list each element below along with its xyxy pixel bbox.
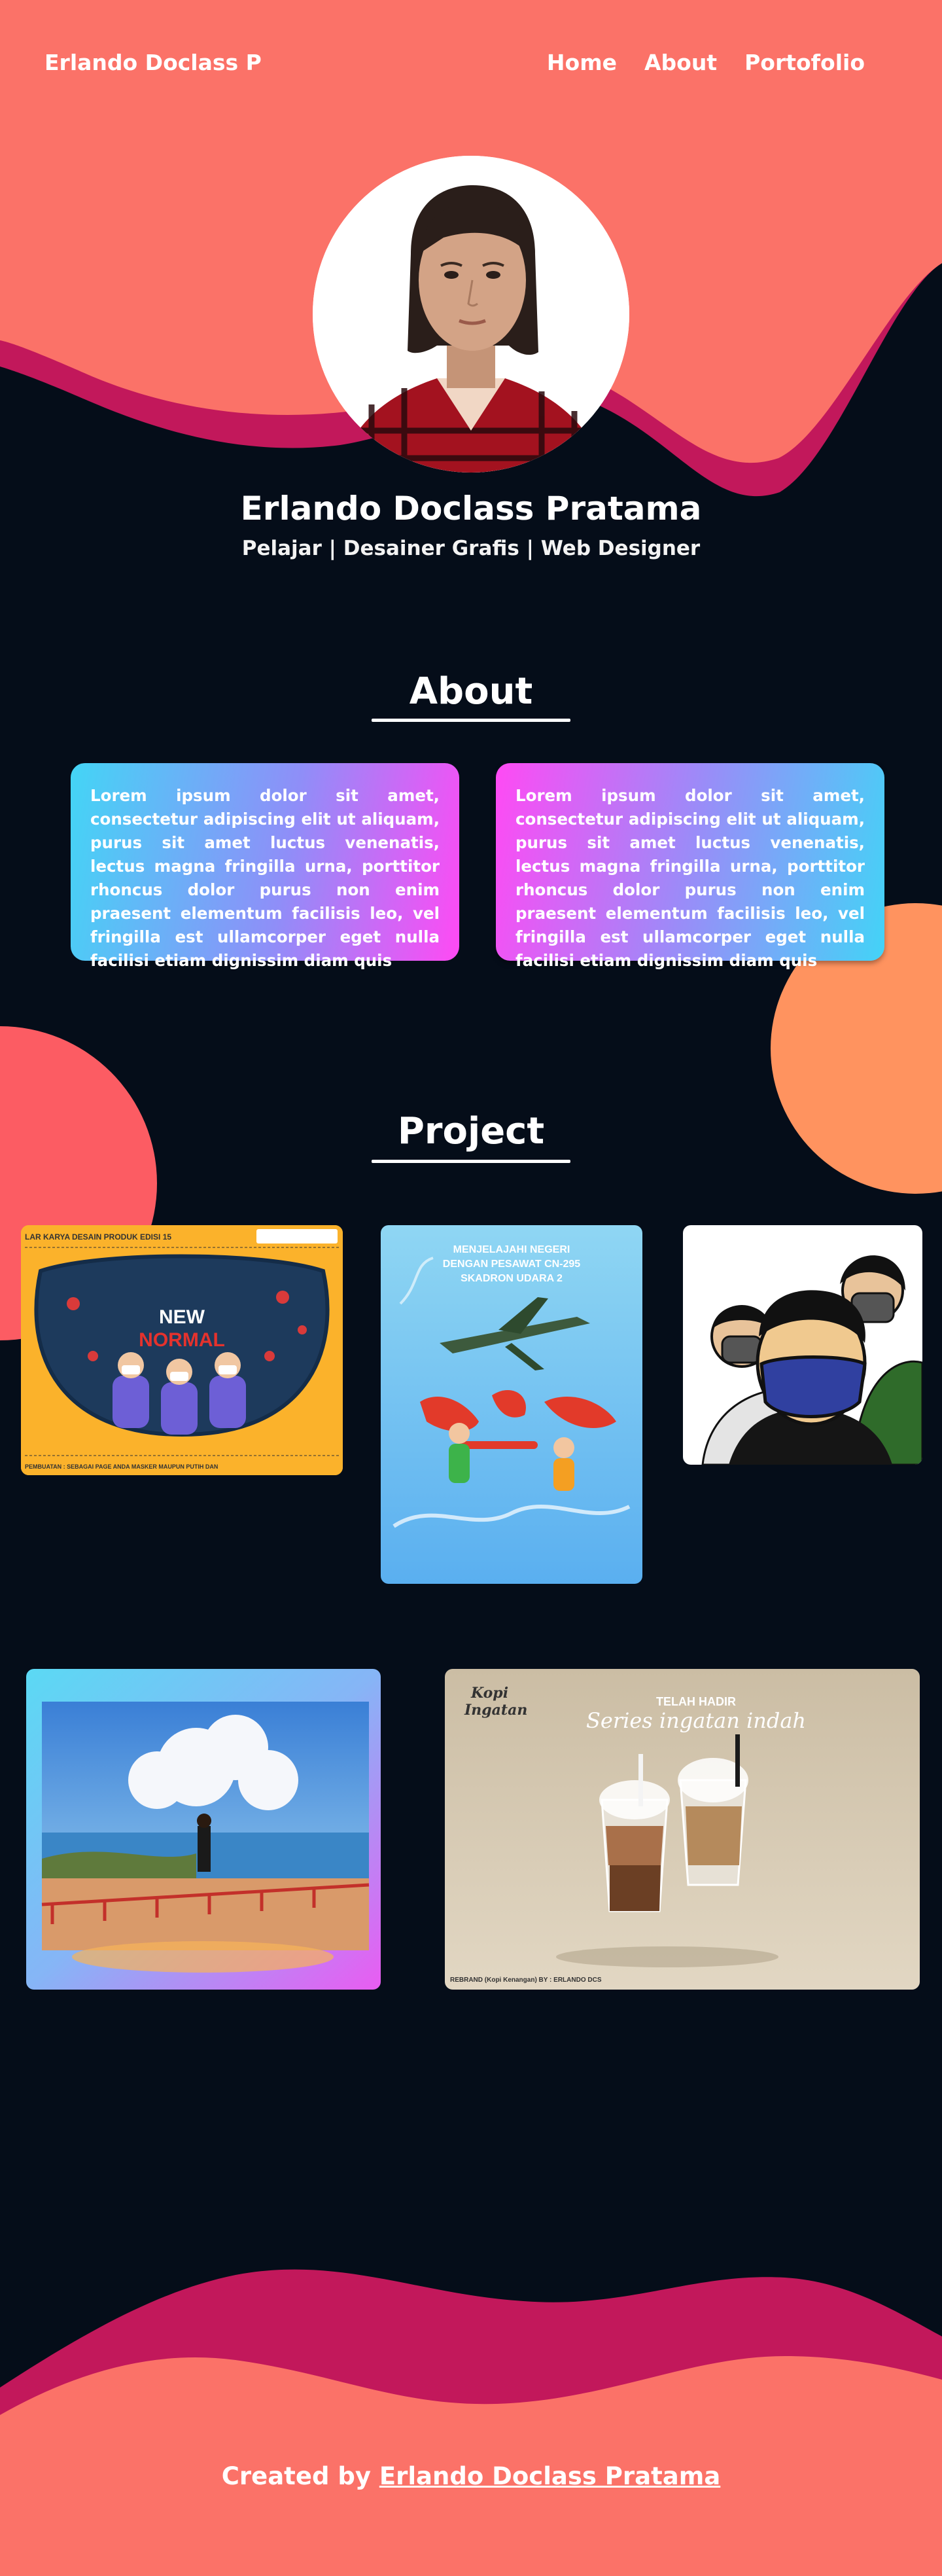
tile2-line2: DENGAN PESAWAT CN-295 bbox=[443, 1259, 581, 1270]
about-card-1: Lorem ipsum dolor sit amet, consectetur … bbox=[71, 763, 459, 970]
tile5-footer: REBRAND (Kopi Kenangan) BY : ERLANDO DCS bbox=[450, 1977, 602, 1984]
about-title: About bbox=[409, 670, 533, 713]
tile5-top: TELAH HADIR bbox=[656, 1695, 736, 1708]
project-tile-pesawat[interactable]: MENJELAJAHI NEGERI DENGAN PESAWAT CN-295… bbox=[381, 1225, 642, 1584]
project-underline bbox=[372, 1160, 570, 1163]
nav-link-about[interactable]: About bbox=[644, 50, 717, 75]
profile-avatar bbox=[313, 156, 629, 473]
tile1-line2: NORMAL bbox=[139, 1329, 225, 1351]
tile1-line1: NEW bbox=[159, 1306, 205, 1328]
footer-author-link[interactable]: Erlando Doclass Pratama bbox=[379, 2462, 720, 2490]
project-title: Project bbox=[397, 1110, 545, 1153]
footer-prefix: Created by bbox=[221, 2462, 379, 2490]
profile-subtitle: Pelajar | Desainer Grafis | Web Designer bbox=[241, 537, 701, 560]
site-brand[interactable]: Erlando Doclass P bbox=[44, 50, 262, 75]
tile2-line3: SKADRON UDARA 2 bbox=[461, 1273, 563, 1284]
about-card-2: Lorem ipsum dolor sit amet, consectetur … bbox=[496, 763, 884, 970]
project-tile-kopi[interactable]: Kopi Ingatan TELAH HADIR Series ingatan … bbox=[445, 1669, 920, 1990]
tile5-logo-line2: Ingatan bbox=[464, 1702, 527, 1719]
site-footer: Created by Erlando Doclass Pratama bbox=[0, 2462, 942, 2490]
profile-name: Erlando Doclass Pratama bbox=[240, 490, 702, 528]
tile5-logo-line1: Kopi bbox=[470, 1685, 508, 1702]
project-tile-new-normal[interactable]: LAR KARYA DESAIN PRODUK EDISI 15 NEW NOR… bbox=[21, 1225, 343, 1475]
nav-link-home[interactable]: Home bbox=[547, 50, 617, 75]
nav-link-portofolio[interactable]: Portofolio bbox=[744, 50, 865, 75]
tile5-script: Series ingatan indah bbox=[586, 1708, 806, 1733]
top-nav: Home About Portofolio bbox=[547, 50, 865, 75]
project-tile-landscape[interactable] bbox=[26, 1669, 381, 1990]
tile2-line1: MENJELAJAHI NEGERI bbox=[453, 1244, 570, 1255]
about-underline bbox=[372, 719, 570, 722]
tile1-footer: PEMBUATAN : SEBAGAI PAGE ANDA MASKER MAU… bbox=[25, 1463, 218, 1470]
project-tile-masker-portrait[interactable] bbox=[683, 1225, 922, 1465]
tile1-header: LAR KARYA DESAIN PRODUK EDISI 15 bbox=[25, 1232, 171, 1242]
